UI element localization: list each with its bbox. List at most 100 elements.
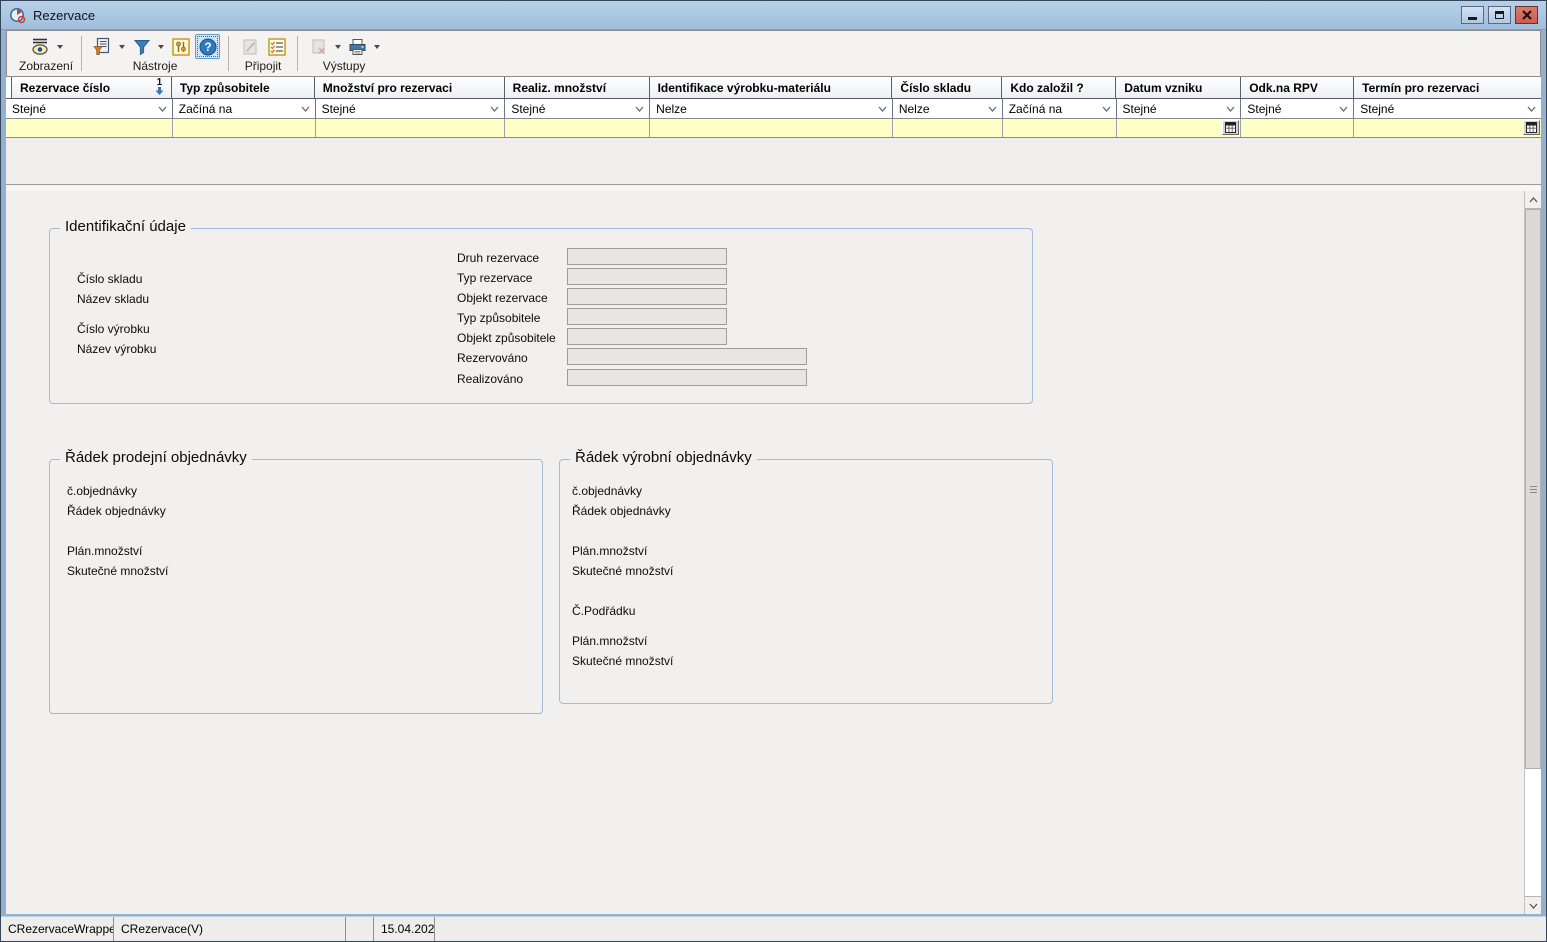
scroll-up-button[interactable] [1525, 191, 1541, 209]
filter-operator-dropdown[interactable]: Nelze [893, 99, 1003, 118]
filter-operator-dropdown[interactable]: Stejné [505, 99, 650, 118]
settings-button[interactable] [168, 34, 193, 59]
label-plan-mnozstvi-2: Plán.množství [572, 634, 647, 648]
statusbar-empty-cell [346, 917, 374, 941]
column-header-datum-vzniku[interactable]: Datum vzniku [1116, 77, 1241, 98]
chevron-down-icon[interactable] [374, 45, 380, 49]
scrollbar-thumb[interactable] [1525, 209, 1541, 769]
filter-value-input[interactable] [316, 119, 506, 137]
attach-note-button[interactable] [237, 34, 262, 59]
filter-value-input[interactable] [173, 119, 316, 137]
filter-operator-dropdown[interactable]: Stejné [1354, 99, 1541, 118]
chevron-down-icon[interactable] [335, 45, 341, 49]
rezervovano-field[interactable] [567, 348, 807, 365]
column-header-rezervace-cislo[interactable]: Rezervace číslo 1 [12, 77, 172, 98]
filter-value-input[interactable] [893, 119, 1003, 137]
export-button[interactable] [306, 34, 331, 59]
column-header-typ-zpusobitele[interactable]: Typ způsobitele [172, 77, 315, 98]
chevron-down-icon[interactable] [57, 45, 63, 49]
toolbar-group-label: Zobrazení [19, 59, 73, 73]
vertical-scrollbar[interactable] [1524, 191, 1541, 914]
druh-rezervace-field[interactable] [567, 248, 727, 265]
filter-operator-dropdown[interactable]: Začíná na [173, 99, 316, 118]
label-nazev-skladu: Název skladu [77, 292, 149, 306]
objekt-rezervace-field[interactable] [567, 288, 727, 305]
filter-value-input[interactable] [6, 119, 173, 137]
filter-operator-dropdown[interactable]: Začíná na [1003, 99, 1117, 118]
label-skutecne-mnozstvi-2: Skutečné množství [572, 654, 673, 668]
checklist-button[interactable] [264, 34, 289, 59]
filter-operator-dropdown[interactable]: Nelze [650, 99, 893, 118]
column-header-realiz-mnozstvi[interactable]: Realiz. množství [505, 77, 650, 98]
filter-operator-value: Stejné [12, 102, 46, 116]
toolbar-group-nastroje: ? Nástroje [84, 33, 226, 74]
minimize-button[interactable] [1461, 6, 1484, 24]
toolbar-group-vystupy: Výstupy [300, 33, 388, 74]
view-eye-icon [30, 37, 50, 56]
help-button[interactable]: ? [195, 34, 220, 59]
filter-operator-dropdown[interactable]: Stejné [316, 99, 506, 118]
chevron-down-icon [878, 106, 887, 112]
titlebar: Rezervace [1, 1, 1546, 30]
column-header-cislo-skladu[interactable]: Číslo skladu [892, 77, 1002, 98]
filter-operator-dropdown[interactable]: Stejné [6, 99, 173, 118]
window-title: Rezervace [33, 8, 95, 23]
label-druh-rezervace: Druh rezervace [457, 251, 539, 265]
toolbar-separator [228, 36, 229, 71]
chevron-down-icon [1527, 106, 1536, 112]
chevron-down-icon[interactable] [119, 45, 125, 49]
filter-operator-value: Stejné [322, 102, 356, 116]
chevron-down-icon [158, 106, 167, 112]
filter-value-input[interactable] [650, 119, 893, 137]
groupbox-identifikacni-udaje: Identifikační údaje Číslo skladu Název s… [49, 228, 1033, 404]
column-header-label: Množství pro rezervaci [323, 81, 452, 95]
filter-value-input[interactable] [505, 119, 650, 137]
close-button[interactable] [1515, 6, 1538, 24]
grid-empty-area [6, 138, 1541, 185]
filter-operator-value: Začíná na [179, 102, 232, 116]
chevron-up-icon [1529, 197, 1538, 203]
print-button[interactable] [345, 34, 370, 59]
filter-button[interactable] [129, 34, 154, 59]
toolbar-separator [81, 36, 82, 71]
filter-value-input-date[interactable] [1354, 119, 1541, 137]
realizovano-field[interactable] [567, 369, 807, 386]
typ-zpusobitele-field[interactable] [567, 308, 727, 325]
calendar-icon [1526, 122, 1537, 133]
filter-value-input-date[interactable] [1117, 119, 1242, 137]
filter-value-input[interactable] [1241, 119, 1354, 137]
statusbar-view-class: CRezervace(V) [114, 917, 346, 941]
objekt-zpusobitele-field[interactable] [567, 328, 727, 345]
filter-value-input[interactable] [1003, 119, 1117, 137]
column-header-identifikace-vyrobku[interactable]: Identifikace výrobku-materiálu [650, 77, 893, 98]
column-header-label: Termín pro rezervaci [1362, 81, 1479, 95]
filter-operator-value: Stejné [511, 102, 545, 116]
column-header-mnozstvi-pro-rezervaci[interactable]: Množství pro rezervaci [315, 77, 505, 98]
grid-filter-row: Stejné Začíná na Stejné Stejné Nelze Nel… [6, 99, 1541, 119]
column-header-kdo-zalozil[interactable]: Kdo založil ? [1002, 77, 1116, 98]
maximize-button[interactable] [1488, 6, 1511, 24]
filter-list-button[interactable] [90, 34, 115, 59]
label-skutecne-mnozstvi: Skutečné množství [572, 564, 673, 578]
groupbox-title: Řádek výrobní objednávky [570, 449, 757, 466]
filter-operator-value: Stejné [1123, 102, 1157, 116]
print-icon [348, 38, 367, 56]
calendar-button[interactable] [1222, 120, 1239, 135]
column-header-termin-pro-rezervaci[interactable]: Termín pro rezervaci [1354, 77, 1541, 98]
label-realizovano: Realizováno [457, 372, 523, 386]
chevron-down-icon[interactable] [158, 45, 164, 49]
typ-rezervace-field[interactable] [567, 268, 727, 285]
column-header-label: Typ způsobitele [180, 81, 270, 95]
filter-operator-value: Stejné [1247, 102, 1281, 116]
column-header-odk-na-rpv[interactable]: Odk.na RPV [1241, 77, 1354, 98]
sort-order-number: 1 [157, 78, 163, 87]
filter-operator-dropdown[interactable]: Stejné [1241, 99, 1354, 118]
chevron-down-icon [1529, 903, 1538, 909]
filter-operator-dropdown[interactable]: Stejné [1117, 99, 1242, 118]
scroll-down-button[interactable] [1525, 896, 1541, 914]
funnel-icon [133, 38, 151, 56]
view-button[interactable] [28, 34, 53, 59]
calendar-button[interactable] [1523, 120, 1540, 135]
chevron-down-icon [988, 106, 997, 112]
label-plan-mnozstvi: Plán.množství [572, 544, 647, 558]
